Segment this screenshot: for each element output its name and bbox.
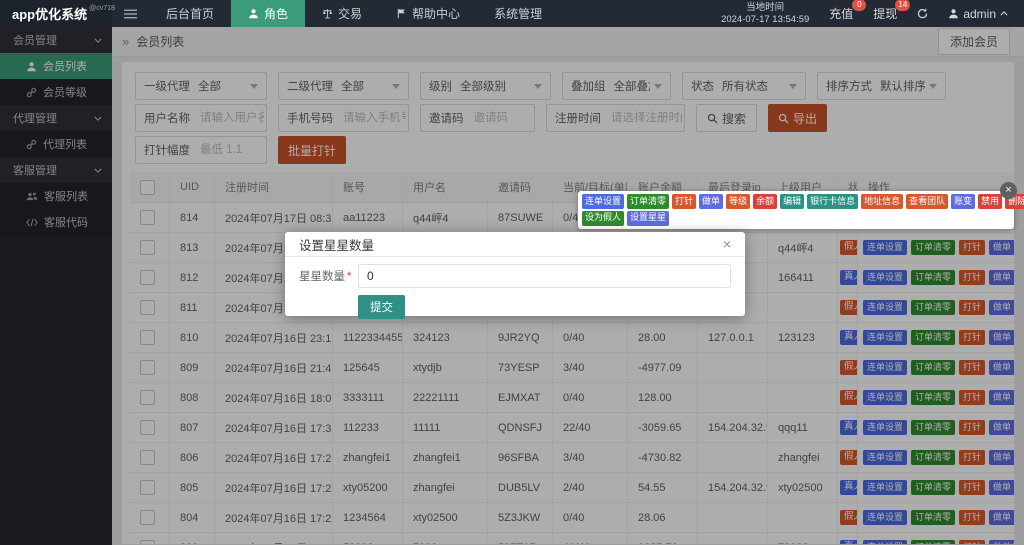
row-actions-popover: 连单设置订单清零打针做单等级余额编辑银行卡信息地址信息查看团队账变禁用删除 设为…: [578, 191, 1014, 229]
modal-body: 星星数量* 提交: [285, 257, 745, 319]
user-menu[interactable]: admin: [948, 7, 1008, 21]
popover-close-icon[interactable]: ×: [1000, 182, 1017, 199]
sidebar-collapse-button[interactable]: [112, 0, 149, 27]
flag-icon: [396, 8, 407, 19]
btn-balance[interactable]: 余额: [753, 194, 777, 209]
person-icon: [248, 8, 259, 19]
btn-view-team[interactable]: 查看团队: [906, 194, 948, 209]
withdraw-badge: 14: [895, 0, 910, 11]
nav-help[interactable]: 帮助中心: [379, 0, 477, 27]
star-count-label: 星星数量*: [299, 268, 351, 284]
popover-actions-row1: 连单设置订单清零打针做单等级余额编辑银行卡信息地址信息查看团队账变禁用删除: [582, 194, 1010, 209]
topbar-right: 当地时间 2024-07-17 13:54:59 充值 0 提现 14 admi…: [721, 2, 1024, 26]
modal-header: 设置星星数量 ×: [285, 232, 745, 257]
local-time: 当地时间 2024-07-17 13:54:59: [721, 2, 809, 26]
app-screen: app优化系统 @cv718 后台首页 角色 交易 帮助中心 系统管理 当地时间 202…: [0, 0, 1024, 545]
recharge-link[interactable]: 充值 0: [829, 5, 853, 22]
chevron-up-icon: [1000, 11, 1008, 16]
star-count-input[interactable]: [358, 264, 731, 288]
nav-trade[interactable]: 交易: [305, 0, 379, 27]
btn-account-change[interactable]: 账变: [951, 194, 975, 209]
top-navigation: 后台首页 角色 交易 帮助中心 系统管理: [149, 0, 559, 27]
scales-icon: [322, 8, 333, 19]
required-mark: *: [347, 271, 351, 283]
modal-title: 设置星星数量: [299, 235, 374, 254]
btn-inject[interactable]: 打针: [672, 194, 696, 209]
btn-disable[interactable]: 禁用: [978, 194, 1002, 209]
nav-home[interactable]: 后台首页: [149, 0, 231, 27]
recharge-badge: 0: [852, 0, 866, 11]
menu-icon: [124, 9, 137, 19]
app-logo: app优化系统 @cv718: [0, 0, 112, 27]
btn-edit[interactable]: 编辑: [780, 194, 804, 209]
btn-bank-info[interactable]: 银行卡信息: [807, 194, 858, 209]
topbar: app优化系统 @cv718 后台首页 角色 交易 帮助中心 系统管理 当地时间 202…: [0, 0, 1024, 27]
nav-home-label: 后台首页: [166, 5, 214, 22]
btn-make-order[interactable]: 做单: [699, 194, 723, 209]
btn-set-fake[interactable]: 设为假人: [582, 211, 624, 226]
local-time-label: 当地时间: [721, 2, 809, 14]
btn-address-info[interactable]: 地址信息: [861, 194, 903, 209]
btn-level[interactable]: 等级: [726, 194, 750, 209]
app-logo-text: app优化系统: [12, 4, 87, 23]
nav-system-label: 系统管理: [494, 5, 542, 22]
popover-actions-row2: 设为假人设置星星: [582, 211, 1010, 226]
btn-order-clear[interactable]: 订单清零: [627, 194, 669, 209]
submit-button[interactable]: 提交: [358, 295, 405, 319]
modal-close-icon[interactable]: ×: [723, 237, 731, 251]
refresh-icon: [917, 8, 928, 19]
local-time-value: 2024-07-17 13:54:59: [721, 14, 809, 26]
nav-role-label: 角色: [264, 5, 288, 22]
refresh-button[interactable]: [917, 8, 928, 19]
nav-help-label: 帮助中心: [412, 5, 460, 22]
user-icon: [948, 8, 959, 19]
username: admin: [963, 7, 996, 21]
nav-system[interactable]: 系统管理: [477, 0, 559, 27]
withdraw-link[interactable]: 提现 14: [873, 5, 897, 22]
star-count-field: 星星数量*: [299, 264, 731, 288]
btn-set-star[interactable]: 设置星星: [627, 211, 669, 226]
nav-role[interactable]: 角色: [231, 0, 305, 27]
btn-chain-order[interactable]: 连单设置: [582, 194, 624, 209]
nav-trade-label: 交易: [338, 5, 362, 22]
set-star-modal: 设置星星数量 × 星星数量* 提交: [285, 232, 745, 316]
